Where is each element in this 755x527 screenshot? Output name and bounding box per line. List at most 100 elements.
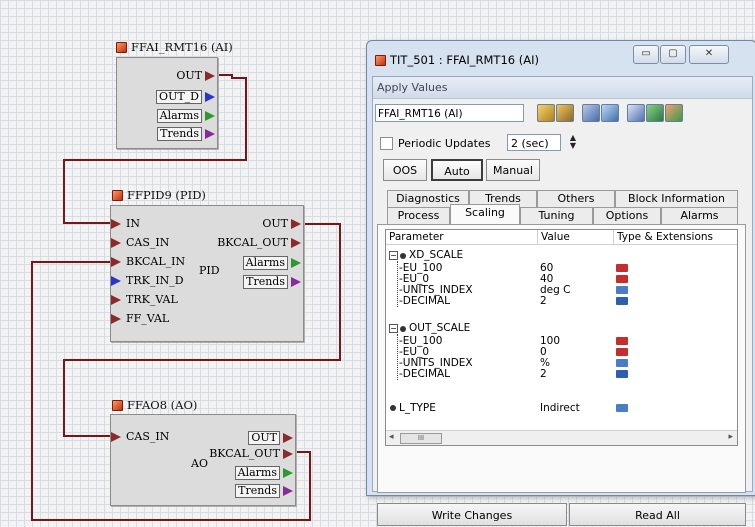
collapse-icon[interactable]: −: [389, 324, 398, 333]
print-icon[interactable]: [646, 104, 664, 122]
group-xd-scale[interactable]: XD_SCALE: [409, 249, 463, 261]
pid-center-label: PID: [199, 264, 220, 277]
ao-alarms-port[interactable]: Alarms: [234, 466, 293, 480]
group-out-scale[interactable]: OUT_SCALE: [409, 322, 470, 334]
close-icon: ✕: [704, 48, 714, 59]
port-arrow-icon: [111, 257, 121, 267]
parameter-table: Parameter Value Type & Extensions − XD_S…: [385, 229, 738, 446]
ao-out-port[interactable]: OUT: [248, 431, 293, 445]
periodic-updates-checkbox[interactable]: Periodic Updates: [380, 137, 490, 150]
pid-cas-in-port[interactable]: CAS_IN: [111, 237, 169, 249]
block-icon: [112, 189, 123, 201]
pid-trends-port[interactable]: Trends: [243, 275, 301, 289]
scroll-left-icon[interactable]: ◂: [389, 432, 394, 442]
port-arrow-icon: [283, 433, 293, 443]
ai-block-title: FFAI_RMT16 (AI): [116, 40, 233, 54]
dialog-body: Apply Values FFAI_RMT16 (AI) Periodic Up…: [372, 76, 753, 526]
block-icon: [112, 399, 123, 411]
enum-type-icon: [616, 286, 628, 294]
ai-out-port[interactable]: OUT: [176, 70, 215, 82]
ao-trends-port[interactable]: Trends: [235, 484, 293, 498]
spin-down-icon: ▼: [569, 141, 577, 150]
port-arrow-icon: [283, 486, 293, 496]
port-arrow-icon: [291, 219, 301, 229]
col-parameter[interactable]: Parameter: [386, 230, 538, 245]
port-arrow-icon: [111, 432, 121, 442]
mode-auto-button[interactable]: Auto: [431, 159, 483, 181]
minimize-button[interactable]: ▭: [633, 45, 659, 64]
dialog-title: TIT_501 : FFAI_RMT16 (AI): [375, 53, 539, 67]
collapse-icon[interactable]: −: [389, 251, 398, 260]
ao-cas-in-port[interactable]: CAS_IN: [111, 431, 169, 443]
maximize-icon: ▢: [668, 48, 678, 59]
ai-trends-port[interactable]: Trends: [157, 127, 215, 141]
ao-block-title: FFAO8 (AO): [112, 398, 197, 412]
tab-process[interactable]: Process: [387, 207, 450, 224]
value-l-type[interactable]: Indirect: [540, 402, 580, 414]
port-arrow-icon: [205, 92, 215, 102]
col-type-extensions[interactable]: Type & Extensions: [614, 230, 737, 245]
compare-icon[interactable]: [582, 104, 600, 122]
pid-in-port[interactable]: IN: [111, 218, 140, 230]
close-button[interactable]: ✕: [689, 45, 729, 64]
tab-scaling[interactable]: Scaling: [450, 204, 520, 224]
enum-type-icon: [616, 404, 628, 412]
group-bullet-icon: [400, 253, 406, 259]
pid-alarms-port[interactable]: Alarms: [242, 256, 301, 270]
float-type-icon: [616, 348, 628, 356]
enum-type-icon: [616, 359, 628, 367]
port-arrow-icon: [283, 468, 293, 478]
ao-bkcal-out-port[interactable]: BKCAL_OUT: [209, 448, 293, 460]
pid-trk-in-d-port[interactable]: TRK_IN_D: [111, 275, 184, 287]
ai-function-block[interactable]: OUT OUT_D Alarms Trends: [116, 57, 218, 149]
block-dialog: TIT_501 : FFAI_RMT16 (AI) ▭ ▢ ✕ Apply Va…: [366, 40, 755, 526]
pid-function-block[interactable]: IN CAS_IN BKCAL_IN TRK_IN_D TRK_VAL FF_V…: [110, 205, 304, 342]
options-icon[interactable]: [665, 104, 683, 122]
block-select[interactable]: FFAI_RMT16 (AI): [375, 104, 524, 122]
value-decimal[interactable]: 2: [540, 295, 547, 307]
port-arrow-icon: [283, 449, 293, 459]
interval-spinner[interactable]: ▲ ▼: [565, 134, 581, 151]
ao-function-block[interactable]: CAS_IN AO OUT BKCAL_OUT Alarms Trends: [110, 414, 296, 506]
minimize-icon: ▭: [641, 48, 651, 59]
ai-out-d-port[interactable]: OUT_D: [156, 90, 215, 104]
chart-icon[interactable]: [601, 104, 619, 122]
tab-options[interactable]: Options: [593, 207, 661, 224]
port-arrow-icon: [111, 238, 121, 248]
apply-icon[interactable]: [537, 104, 555, 122]
tab-block-information[interactable]: Block Information: [615, 190, 738, 207]
value-decimal[interactable]: 2: [540, 368, 547, 380]
pid-bkcal-out-port[interactable]: BKCAL_OUT: [217, 237, 301, 249]
float-type-icon: [616, 264, 628, 272]
checkbox-box[interactable]: [380, 137, 393, 150]
write-changes-button[interactable]: Write Changes: [377, 503, 567, 526]
param-decimal[interactable]: -DECIMAL: [399, 368, 450, 380]
mode-oos-button[interactable]: OOS: [383, 159, 427, 181]
pid-ff-val-port[interactable]: FF_VAL: [111, 313, 169, 325]
pid-trk-val-port[interactable]: TRK_VAL: [111, 294, 178, 306]
pid-out-port[interactable]: OUT: [262, 218, 301, 230]
port-arrow-icon: [291, 277, 301, 287]
port-arrow-icon: [205, 71, 215, 81]
scroll-right-icon[interactable]: ▸: [728, 432, 733, 442]
col-value[interactable]: Value: [538, 230, 614, 245]
horizontal-scrollbar[interactable]: ◂ III ▸: [386, 430, 737, 445]
block-icon: [116, 41, 127, 53]
tab-tuning[interactable]: Tuning: [520, 207, 593, 224]
integer-type-icon: [616, 370, 628, 378]
save-icon[interactable]: [627, 104, 645, 122]
read-all-button[interactable]: Read All: [569, 503, 746, 526]
param-decimal[interactable]: -DECIMAL: [399, 295, 450, 307]
maximize-button[interactable]: ▢: [660, 45, 686, 64]
scroll-thumb[interactable]: III: [400, 433, 442, 444]
tab-others[interactable]: Others: [537, 190, 615, 207]
tab-alarms[interactable]: Alarms: [661, 207, 738, 224]
refresh-icon[interactable]: [556, 104, 574, 122]
update-interval-field[interactable]: 2 (sec): [507, 134, 561, 151]
menu-apply-values[interactable]: Apply Values: [373, 77, 752, 99]
param-l-type[interactable]: L_TYPE: [399, 402, 436, 414]
mode-manual-button[interactable]: Manual: [486, 159, 540, 181]
pid-bkcal-in-port[interactable]: BKCAL_IN: [111, 256, 185, 268]
port-arrow-icon: [111, 314, 121, 324]
ai-alarms-port[interactable]: Alarms: [156, 109, 215, 123]
